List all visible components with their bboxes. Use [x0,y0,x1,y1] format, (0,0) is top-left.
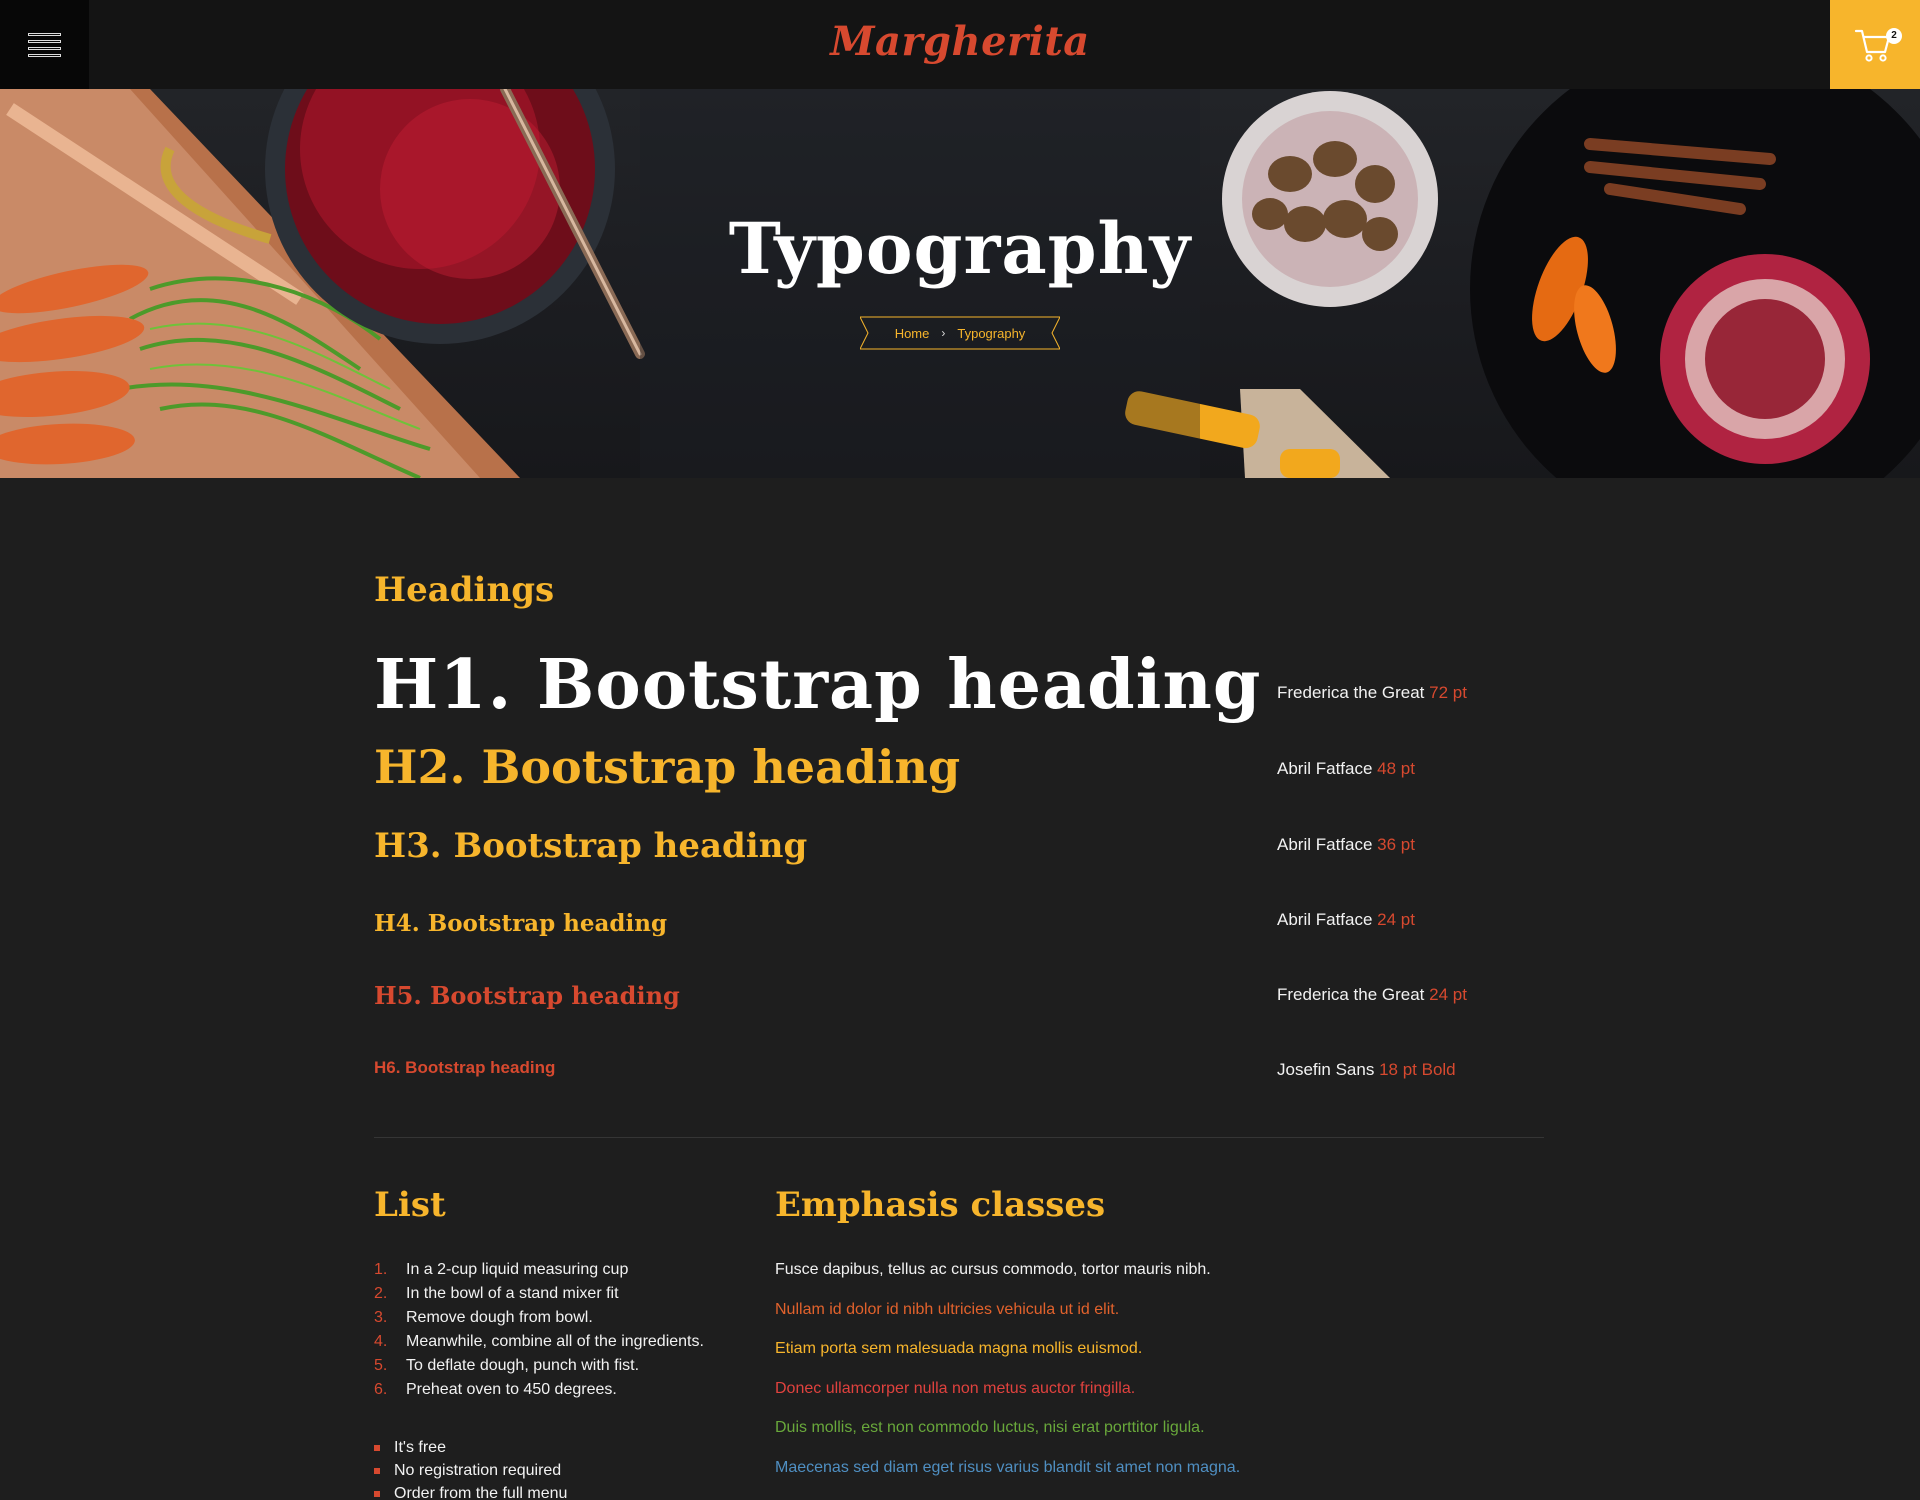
font-size: 24 pt [1429,985,1467,1004]
list-text: Preheat oven to 450 degrees. [406,1381,617,1398]
list-item: 4. Meanwhile, combine all of the ingredie… [374,1330,704,1354]
font-size: 36 pt [1377,835,1415,854]
sample-h1: H1. Bootstrap heading [374,645,1262,725]
emphasis-text-info: Maecenas sed diam eget risus varius blan… [775,1459,1241,1476]
list-item: No registration required [374,1459,567,1482]
square-bullet-icon [374,1490,380,1497]
font-spec-h2: Abril Fatface 48 pt [1277,759,1415,779]
headings-section-title: Headings [374,570,555,610]
sample-h6: H6. Bootstrap heading [374,1058,556,1077]
emphasis-text-success: Duis mollis, est non commodo luctus, nis… [775,1419,1205,1436]
emphasis-text-warning: Etiam porta sem malesuada magna mollis e… [775,1340,1143,1357]
font-spec-h4: Abril Fatface 24 pt [1277,910,1415,930]
list-item: 6. Preheat oven to 450 degrees. [374,1378,704,1402]
font-name: Frederica the Great [1277,683,1425,702]
list-number: 6. [374,1381,388,1398]
font-spec-h5: Frederica the Great 24 pt [1277,985,1467,1005]
font-spec-h1: Frederica the Great 72 pt [1277,683,1467,703]
cart-button[interactable]: 2 [1830,0,1920,89]
list-item: It's free [374,1436,567,1459]
top-bar: Margherita 2 [0,0,1920,89]
font-size: 48 pt [1377,759,1415,778]
list-item: 5. To deflate dough, punch with fist. [374,1354,704,1378]
list-text: Remove dough from bowl. [406,1309,593,1326]
list-text: It's free [394,1439,446,1456]
site-logo[interactable]: Margherita [0,18,1920,65]
list-text: To deflate dough, punch with fist. [406,1357,640,1374]
square-bullet-icon [374,1444,380,1451]
font-size: 18 pt Bold [1379,1060,1456,1079]
square-bullet-icon [374,1467,380,1474]
list-item: Order from the full menu [374,1482,567,1500]
font-spec-h3: Abril Fatface 36 pt [1277,835,1415,855]
emphasis-section-title: Emphasis classes [775,1185,1106,1225]
unordered-list: It's free No registration required Order… [374,1436,567,1500]
sample-h5: H5. Bootstrap heading [374,981,680,1010]
chevron-right-icon: › [941,326,946,340]
breadcrumb-current: Typography [957,325,1026,341]
font-name: Frederica the Great [1277,985,1425,1004]
list-text: In the bowl of a stand mixer fit [406,1285,619,1302]
font-size: 24 pt [1377,910,1415,929]
sample-h3: H3. Bootstrap heading [374,826,808,866]
list-text: Order from the full menu [394,1485,568,1500]
list-text: In a 2-cup liquid measuring cup [406,1261,629,1278]
font-size: 72 pt [1429,683,1467,702]
cart-count-badge: 2 [1886,28,1902,44]
ordered-list: 1. In a 2-cup liquid measuring cup 2. In t… [374,1258,704,1402]
breadcrumb-home-link[interactable]: Home [895,326,930,341]
list-number: 1. [374,1261,388,1278]
emphasis-text-danger: Donec ullamcorper nulla non metus auctor… [775,1380,1136,1397]
page-title: Typography [728,207,1192,290]
list-section-title: List [374,1185,446,1225]
list-text: Meanwhile, combine all of the ingredient… [406,1333,704,1350]
font-name: Abril Fatface [1277,759,1373,778]
sample-h2: H2. Bootstrap heading [374,740,961,794]
list-number: 2. [374,1285,388,1302]
list-item: 1. In a 2-cup liquid measuring cup [374,1258,704,1282]
list-number: 4. [374,1333,388,1350]
font-spec-h6: Josefin Sans 18 pt Bold [1277,1060,1456,1080]
list-number: 3. [374,1309,388,1326]
emphasis-text-default: Fusce dapibus, tellus ac cursus commodo,… [775,1261,1211,1278]
list-item: 2. In the bowl of a stand mixer fit [374,1282,704,1306]
section-divider [374,1137,1544,1138]
list-text: No registration required [394,1462,562,1479]
page-hero: Typography Home › Typography [0,89,1920,478]
sample-h4: H4. Bootstrap heading [374,910,668,937]
list-number: 5. [374,1357,388,1374]
list-item: 3. Remove dough from bowl. [374,1306,704,1330]
font-name: Josefin Sans [1277,1060,1375,1079]
font-name: Abril Fatface [1277,835,1373,854]
emphasis-text-primary: Nullam id dolor id nibh ultricies vehicu… [775,1301,1120,1318]
font-name: Abril Fatface [1277,910,1373,929]
breadcrumb: Home › Typography [860,316,1060,350]
